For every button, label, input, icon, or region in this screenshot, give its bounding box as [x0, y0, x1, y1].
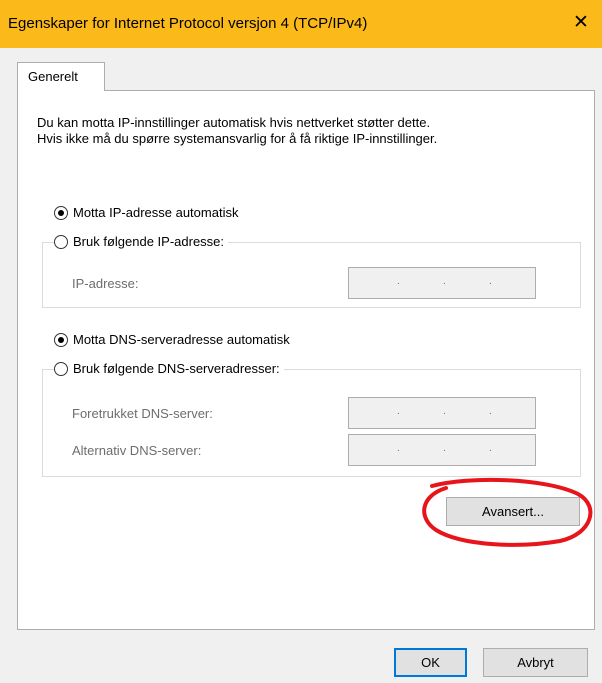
- radio-checked-icon: [54, 332, 68, 347]
- radio-checked-icon: [54, 205, 68, 220]
- cancel-button[interactable]: Avbryt: [483, 648, 588, 677]
- radio-manual-dns[interactable]: Bruk følgende DNS-serveradresser:: [54, 361, 284, 376]
- ok-button[interactable]: OK: [394, 648, 467, 677]
- radio-auto-ip-label: Motta IP-adresse automatisk: [73, 205, 239, 220]
- ip-dot: .: [397, 276, 400, 287]
- preferred-dns-field[interactable]: . . .: [348, 397, 536, 429]
- radio-manual-ip[interactable]: Bruk følgende IP-adresse:: [54, 234, 229, 249]
- ip-dot: .: [443, 406, 446, 417]
- dns-group-box: Foretrukket DNS-server: . . . Alternativ…: [42, 369, 581, 477]
- dialog-client-area: Generelt Du kan motta IP-innstillinger a…: [0, 48, 602, 683]
- tab-label: Generelt: [28, 69, 78, 84]
- radio-manual-dns-label: Bruk følgende DNS-serveradresser:: [73, 361, 280, 376]
- title-bar: Egenskaper for Internet Protocol versjon…: [0, 0, 602, 48]
- ip-address-field[interactable]: . . .: [348, 267, 536, 299]
- tab-panel: Du kan motta IP-innstillinger automatisk…: [17, 90, 595, 630]
- radio-unchecked-icon: [54, 234, 68, 249]
- description-text: Du kan motta IP-innstillinger automatisk…: [37, 115, 437, 147]
- ip-dot: .: [489, 276, 492, 287]
- preferred-dns-label: Foretrukket DNS-server:: [72, 406, 213, 421]
- window-title: Egenskaper for Internet Protocol versjon…: [8, 15, 368, 32]
- ip-dot: .: [489, 406, 492, 417]
- description-line-2: Hvis ikke må du spørre systemansvarlig f…: [37, 131, 438, 146]
- advanced-button[interactable]: Avansert...: [446, 497, 580, 526]
- close-icon[interactable]: ✕: [564, 6, 598, 40]
- radio-auto-dns[interactable]: Motta DNS-serveradresse automatisk: [54, 332, 294, 347]
- tab-generelt[interactable]: Generelt: [17, 62, 105, 91]
- alternate-dns-label: Alternativ DNS-server:: [72, 443, 202, 458]
- ip-dot: .: [397, 443, 400, 454]
- radio-auto-dns-label: Motta DNS-serveradresse automatisk: [73, 332, 290, 347]
- radio-unchecked-icon: [54, 361, 68, 376]
- ip-group-box: IP-adresse: . . .: [42, 242, 581, 308]
- alternate-dns-field[interactable]: . . .: [348, 434, 536, 466]
- ip-address-label: IP-adresse:: [72, 276, 139, 291]
- ip-dot: .: [443, 443, 446, 454]
- ip-dot: .: [489, 443, 492, 454]
- description-line-1: Du kan motta IP-innstillinger automatisk…: [37, 115, 431, 130]
- ip-dot: .: [397, 406, 400, 417]
- radio-auto-ip[interactable]: Motta IP-adresse automatisk: [54, 205, 243, 220]
- ip-dot: .: [443, 276, 446, 287]
- radio-manual-ip-label: Bruk følgende IP-adresse:: [73, 234, 225, 249]
